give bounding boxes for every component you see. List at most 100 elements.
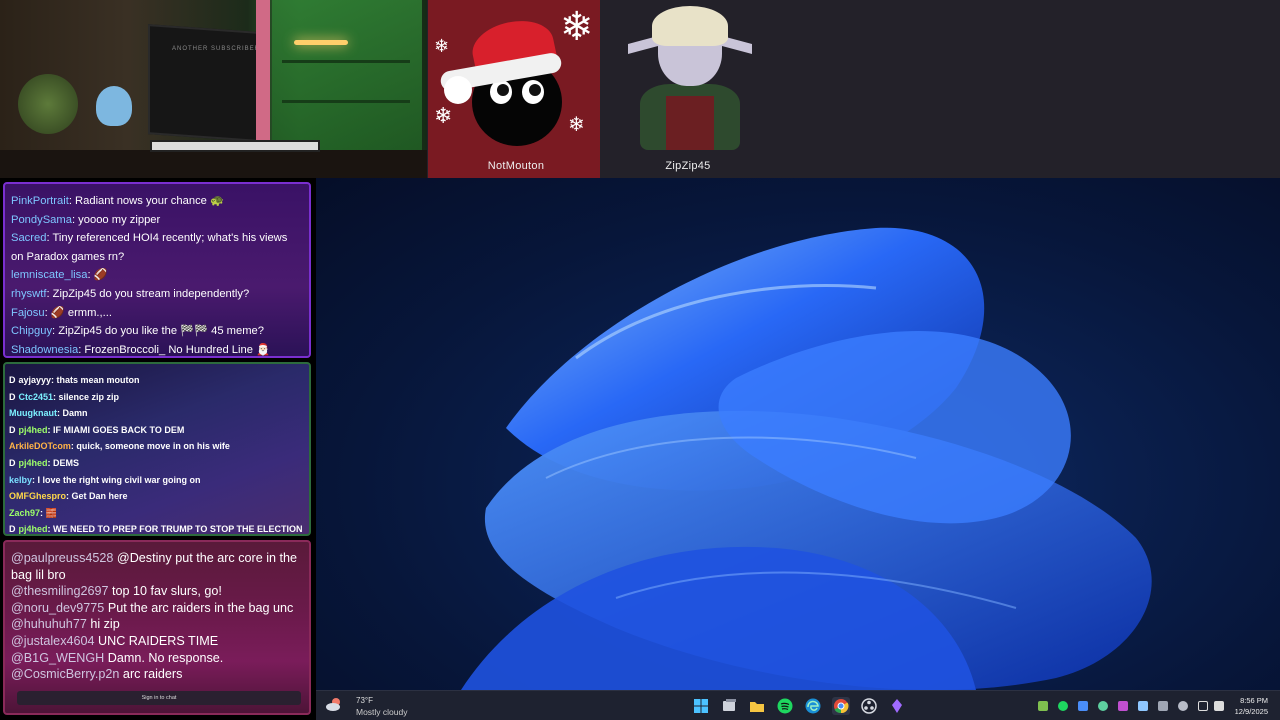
santa-hat-pom: [444, 76, 472, 104]
avatar-eye: [522, 80, 544, 104]
clock[interactable]: 8:56 PM 12/9/2025: [1235, 695, 1268, 717]
chat-badge: D: [9, 424, 16, 435]
chat-username[interactable]: Muugknaut: [9, 408, 57, 418]
chat-text: arc raiders: [119, 667, 183, 682]
chat-username[interactable]: OMFGhespro: [9, 491, 66, 501]
chat-panel-secondary[interactable]: Dayjayyy: thats mean mouton D Ctc2451: sil…: [3, 362, 311, 536]
chat-username[interactable]: Ctc2451: [19, 392, 54, 402]
shelf-line: [282, 100, 410, 103]
snowflake-icon: ❄: [434, 36, 450, 57]
chat-text: hi zip: [86, 617, 120, 632]
chat-text: : yoooo my zipper: [71, 213, 161, 226]
edge-button[interactable]: [804, 697, 822, 715]
chat-username[interactable]: ayjayyy: [19, 375, 52, 385]
chat-username[interactable]: Sacred: [11, 232, 46, 244]
tray-app-icon[interactable]: [1118, 701, 1128, 711]
participant-tile-mouton[interactable]: ❄ ❄ ❄ ❄ NotMouton: [428, 0, 604, 178]
tray-steam-icon[interactable]: [1138, 701, 1148, 711]
chat-text: : 🏈: [87, 269, 108, 282]
participant-tile-zip[interactable]: ZipZip45: [600, 0, 776, 178]
chat-message: @B1G_WENGH Damn. No response.: [11, 650, 303, 667]
chat-message: on Paradox games rn?: [11, 248, 303, 267]
chat-text: : DEMS: [47, 457, 80, 468]
obs-button[interactable]: [860, 697, 878, 715]
windows-logo-icon: [694, 699, 708, 713]
chat-username[interactable]: rhyswtf: [11, 288, 46, 300]
chat-username[interactable]: Chipguy: [11, 325, 52, 337]
chat-username[interactable]: @CosmicBerry.p2n: [11, 667, 119, 681]
chat-badge: D: [9, 375, 16, 385]
desk: [0, 150, 427, 178]
snowflake-icon: ❄: [434, 104, 453, 129]
monitor: [148, 24, 258, 142]
chat-username[interactable]: pj4hed: [19, 458, 48, 468]
chat-text: Damn. No response.: [104, 650, 224, 665]
chat-username[interactable]: pj4hed: [19, 425, 48, 435]
clock-time: 8:56 PM: [1240, 696, 1268, 705]
chat-username[interactable]: @noru_dev9775: [11, 601, 104, 615]
chat-text: : quick, someone move in on his wife: [70, 441, 230, 452]
chat-username[interactable]: Zach97: [9, 508, 40, 518]
folder-icon: [750, 702, 764, 712]
chat-username[interactable]: @B1G_WENGH: [11, 651, 104, 665]
chat-username[interactable]: PinkPortrait: [11, 195, 69, 207]
tray-bolt-icon[interactable]: [1078, 701, 1088, 711]
chrome-icon: [834, 699, 849, 714]
chat-text: : 🧱: [40, 507, 57, 518]
chat-message: OMFGhespro: Get Dan here: [9, 488, 305, 505]
chat-username[interactable]: PondySama: [11, 214, 72, 226]
chat-username[interactable]: kelby: [9, 475, 32, 485]
start-button[interactable]: [692, 697, 710, 715]
chat-message: ArkileDOTcom: quick, someone move in on …: [9, 438, 305, 455]
clock-date: 12/9/2025: [1234, 707, 1268, 716]
chrome-button[interactable]: [832, 697, 850, 715]
chat-message: Sacred: Tiny referenced HOI4 recently; w…: [11, 229, 303, 248]
chat-username[interactable]: @huhuhuh77: [11, 617, 87, 631]
tray-spotify-icon[interactable]: [1058, 701, 1068, 711]
chat-message: Dayjayyy: thats mean mouton: [9, 372, 305, 389]
task-view-button[interactable]: [720, 697, 738, 715]
chat-message: @noru_dev9775 Put the arc raiders in the…: [11, 600, 303, 617]
edge-icon: [805, 698, 821, 714]
purple-app-button[interactable]: [888, 697, 906, 715]
chat-username[interactable]: pj4hed: [19, 524, 48, 534]
desktop-wallpaper[interactable]: [316, 178, 1280, 690]
chat-username[interactable]: @thesmiling2697: [11, 584, 109, 598]
chat-panel-primary[interactable]: PinkPortrait: Radiant nows your chance 🐢…: [3, 182, 311, 358]
volume-icon[interactable]: [1214, 701, 1224, 711]
tray-share-icon[interactable]: [1158, 701, 1168, 711]
lamp: [294, 40, 348, 45]
chat-message-list: @paulpreuss4528 @Destiny put the arc cor…: [11, 550, 303, 683]
chat-message: Shadownesia: FrozenBroccoli_ No Hundred …: [11, 341, 303, 356]
chat-message-list: Dayjayyy: thats mean mouton D Ctc2451: sil…: [9, 372, 305, 535]
avatar-hair: [652, 6, 728, 46]
chat-message: PinkPortrait: Radiant nows your chance 🐢: [11, 192, 303, 211]
chat-text: : FrozenBroccoli_ No Hundred Line 🎅🏻: [78, 343, 270, 356]
chat-message: Dpj4hed: IF MIAMI GOES BACK TO DEM: [9, 422, 305, 439]
chat-message: Zach97: 🧱: [9, 505, 305, 522]
tray-arrow-icon[interactable]: [1038, 701, 1048, 711]
spotify-button[interactable]: [776, 697, 794, 715]
chat-text: : WE NEED TO PREP FOR TRUMP TO STOP THE …: [47, 524, 303, 535]
chat-text: : IF MIAMI GOES BACK TO DEM: [47, 424, 185, 435]
chat-username[interactable]: Fajosu: [11, 307, 45, 319]
tray-sync-icon[interactable]: [1098, 701, 1108, 711]
tray-settings-icon[interactable]: [1178, 701, 1188, 711]
chat-text: : thats mean mouton: [51, 375, 140, 385]
chat-username[interactable]: ArkileDOTcom: [9, 441, 71, 451]
chat-username[interactable]: Shadownesia: [11, 344, 78, 356]
chat-username[interactable]: lemniscate_lisa: [11, 269, 87, 281]
chat-message: @thesmiling2697 top 10 fav slurs, go!: [11, 583, 303, 600]
chat-panel-tertiary[interactable]: @paulpreuss4528 @Destiny put the arc cor…: [3, 540, 311, 715]
chat-text: UNC RAIDERS TIME: [94, 633, 219, 648]
network-icon[interactable]: [1198, 701, 1208, 711]
chat-message: rhyswtf: ZipZip45 do you stream independ…: [11, 285, 303, 304]
chat-username[interactable]: @justalex4604: [11, 634, 95, 648]
sign-in-to-chat-button[interactable]: Sign in to chat: [17, 691, 301, 705]
snowflake-icon: ❄: [560, 4, 594, 50]
chat-message: @CosmicBerry.p2n arc raiders: [11, 666, 303, 683]
chat-text: : ZipZip45 do you like the 🏁🏁 45 meme?: [52, 325, 264, 338]
chat-username[interactable]: @paulpreuss4528: [11, 551, 113, 565]
file-explorer-button[interactable]: [748, 697, 766, 715]
chat-badge: D: [9, 391, 16, 402]
